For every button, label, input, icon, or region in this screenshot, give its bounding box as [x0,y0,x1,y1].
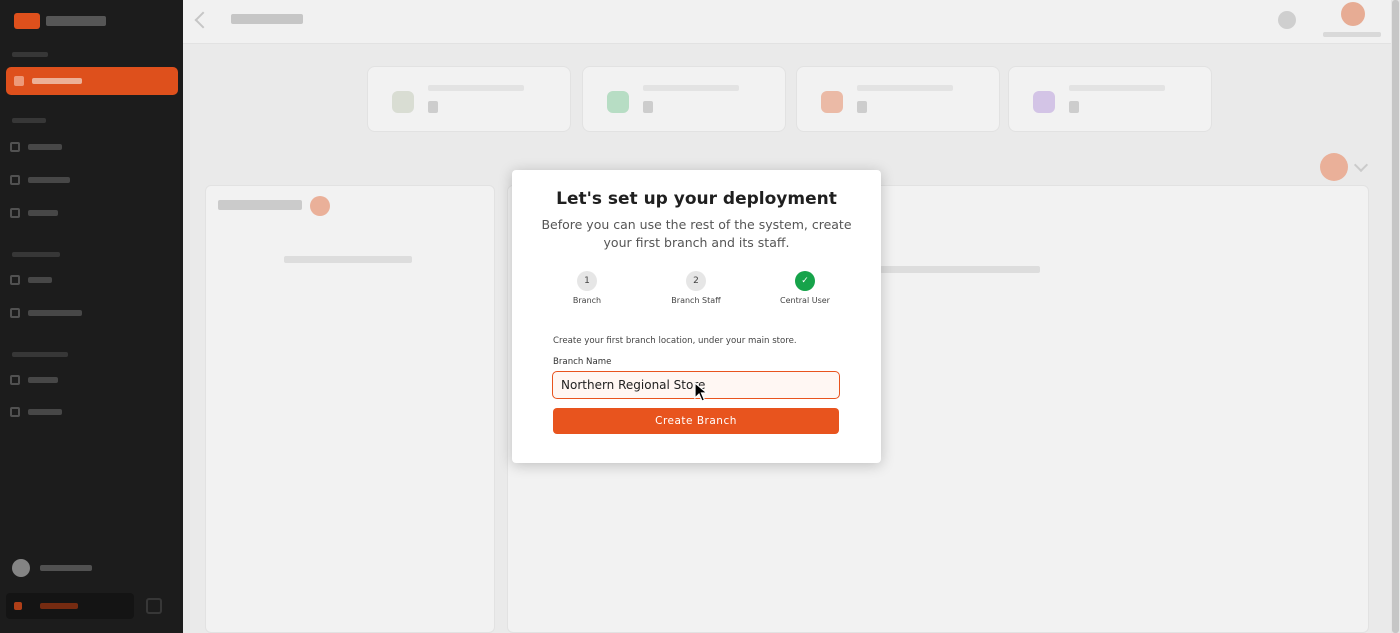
create-branch-button[interactable]: Create Branch [553,408,839,434]
modal-title: Let's set up your deployment [556,189,837,209]
mouse-pointer-icon [694,382,708,402]
step-label: Central User [780,296,830,305]
branch-name-label: Branch Name [553,357,612,367]
step-label: Branch [572,296,602,305]
step-label: Branch Staff [671,296,721,305]
modal-subtitle: Before you can use the rest of the syste… [541,217,852,250]
instruction-text: Create your first branch location, under… [553,336,797,346]
step-number: 1 [577,271,597,291]
step-central-user: ✓ Central User [760,271,850,305]
setup-modal: Let's set up your deployment Before you … [512,170,881,463]
step-branch-staff: 2 Branch Staff [651,271,741,305]
step-branch: 1 Branch [542,271,632,305]
check-icon: ✓ [795,271,815,291]
step-number: 2 [686,271,706,291]
